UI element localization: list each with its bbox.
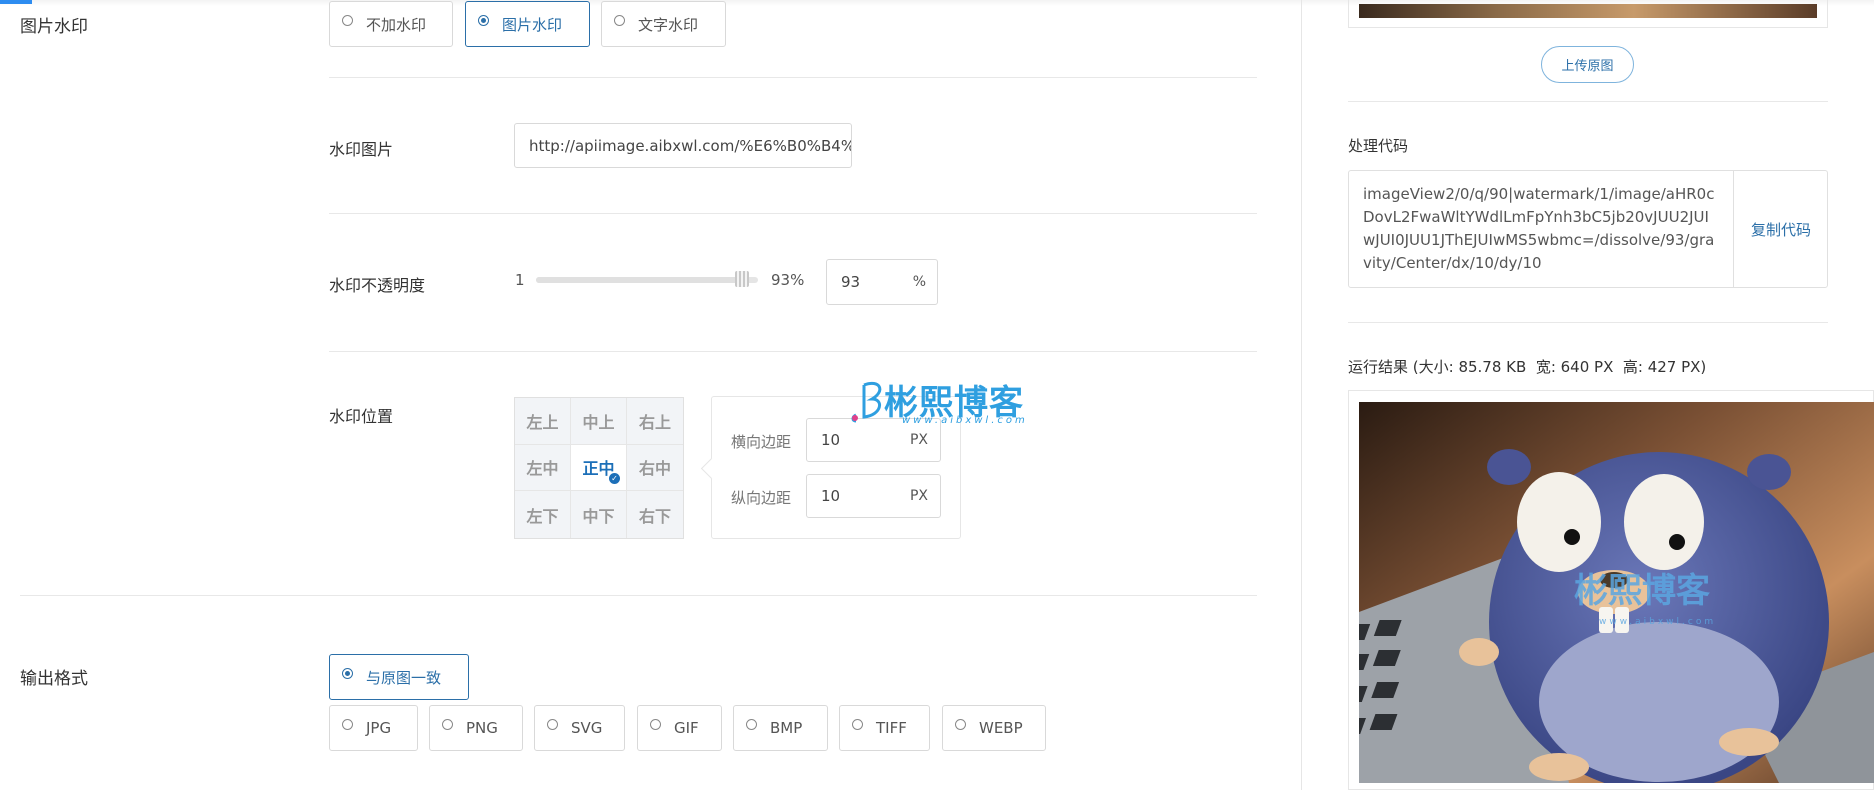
copy-code-button[interactable]: 复制代码 (1733, 171, 1828, 287)
source-image-frame (1348, 0, 1828, 28)
radio-label: TIFF (876, 719, 907, 737)
position-center[interactable]: 正中 ✓ (571, 444, 627, 492)
opacity-unit: % (912, 274, 926, 290)
radio-no-watermark[interactable]: 不加水印 (329, 1, 453, 47)
watermark-image-url-input[interactable]: http://apiimage.aibxwl.com/%E6%B0%B4% (514, 123, 852, 168)
watermark-logo-sub: www.aibxwl.com (902, 415, 1028, 426)
radio-icon (342, 14, 353, 26)
position-grid: 左上 中上 右上 左中 正中 ✓ 右中 左下 中下 右下 (514, 397, 684, 539)
position-middle-right[interactable]: 右中 (627, 445, 683, 492)
divider (329, 213, 1257, 214)
v-margin-unit: PX (909, 488, 928, 504)
radio-format-svg[interactable]: SVG (534, 705, 625, 751)
opacity-label: 水印不透明度 (329, 276, 426, 295)
check-icon: ✓ (609, 473, 620, 485)
radio-label: WEBP (979, 719, 1023, 737)
radio-icon (650, 718, 661, 730)
radio-label: 图片水印 (502, 15, 563, 34)
divider (20, 595, 1257, 596)
divider (1348, 101, 1828, 102)
active-indicator (0, 0, 32, 4)
divider (329, 77, 1257, 78)
radio-icon (547, 718, 558, 730)
opacity-value-label: 93% (771, 271, 805, 289)
radio-label: SVG (571, 719, 603, 737)
radio-format-png[interactable]: PNG (429, 705, 523, 751)
radio-icon (614, 14, 625, 26)
result-label: 运行结果 (大小: 85.78 KB 宽: 640 PX 高: 427 PX) (1348, 358, 1707, 376)
radio-format-gif[interactable]: GIF (637, 705, 722, 751)
panel-divider (1301, 0, 1302, 790)
watermark-image-url-value: http://apiimage.aibxwl.com/%E6%B0%B4% (529, 136, 852, 155)
radio-format-bmp[interactable]: BMP (733, 705, 828, 751)
result-watermark-sub: www.aibxwl.com (1599, 617, 1716, 627)
radio-label: 与原图一致 (366, 668, 442, 687)
processing-code[interactable]: imageView2/0/q/90|watermark/1/image/aHR0… (1363, 183, 1717, 275)
radio-label: 文字水印 (638, 15, 699, 34)
h-margin-value: 10 (821, 431, 841, 449)
radio-icon (442, 718, 453, 730)
v-margin-input[interactable]: 10 PX (806, 474, 941, 518)
result-image: 彬熙博客 www.aibxwl.com (1359, 402, 1874, 783)
position-bottom-left[interactable]: 左下 (515, 491, 571, 538)
position-top-center[interactable]: 中上 (571, 398, 627, 445)
opacity-slider-fill (536, 277, 742, 283)
radio-format-tiff[interactable]: TIFF (839, 705, 930, 751)
upload-original-button[interactable]: 上传原图 (1541, 46, 1634, 83)
radio-icon (852, 718, 863, 730)
watermark-logo: 彬熙博客 www.aibxwl.com (850, 375, 1050, 435)
radio-label: BMP (770, 719, 803, 737)
divider (329, 351, 1257, 352)
radio-image-watermark[interactable]: 图片水印 (465, 1, 590, 47)
v-margin-value: 10 (821, 487, 841, 505)
opacity-input-value: 93 (841, 273, 861, 291)
output-format-label: 输出格式 (20, 669, 88, 689)
position-top-left[interactable]: 左上 (515, 398, 571, 445)
radio-label: PNG (466, 719, 498, 737)
radio-checked-icon (478, 14, 489, 26)
position-top-right[interactable]: 右上 (627, 398, 683, 445)
radio-format-original[interactable]: 与原图一致 (329, 654, 469, 700)
position-bottom-center[interactable]: 中下 (571, 491, 627, 538)
watermark-image-label: 水印图片 (329, 140, 394, 159)
position-label: 水印位置 (329, 407, 394, 426)
radio-icon (955, 718, 966, 730)
radio-format-webp[interactable]: WEBP (942, 705, 1046, 751)
radio-icon (746, 718, 757, 730)
radio-format-jpg[interactable]: JPG (329, 705, 418, 751)
radio-icon (342, 718, 353, 730)
position-middle-left[interactable]: 左中 (515, 444, 571, 492)
position-bottom-right[interactable]: 右下 (627, 491, 683, 538)
opacity-min-label: 1 (515, 271, 525, 289)
radio-label: GIF (674, 719, 699, 737)
code-box: imageView2/0/q/90|watermark/1/image/aHR0… (1348, 170, 1828, 288)
divider (1348, 322, 1828, 323)
source-image-thumbnail (1359, 4, 1817, 18)
h-margin-label: 横向边距 (731, 433, 792, 451)
code-label: 处理代码 (1348, 137, 1409, 155)
radio-label: JPG (366, 719, 392, 737)
radio-text-watermark[interactable]: 文字水印 (601, 1, 726, 47)
radio-checked-icon (342, 667, 353, 679)
result-watermark-text: 彬熙博客 (1574, 571, 1710, 611)
opacity-input[interactable]: 93 % (826, 259, 938, 305)
watermark-section-label: 图片水印 (20, 17, 88, 37)
v-margin-label: 纵向边距 (731, 489, 792, 507)
radio-label: 不加水印 (366, 15, 427, 34)
opacity-slider-handle[interactable] (735, 271, 749, 287)
